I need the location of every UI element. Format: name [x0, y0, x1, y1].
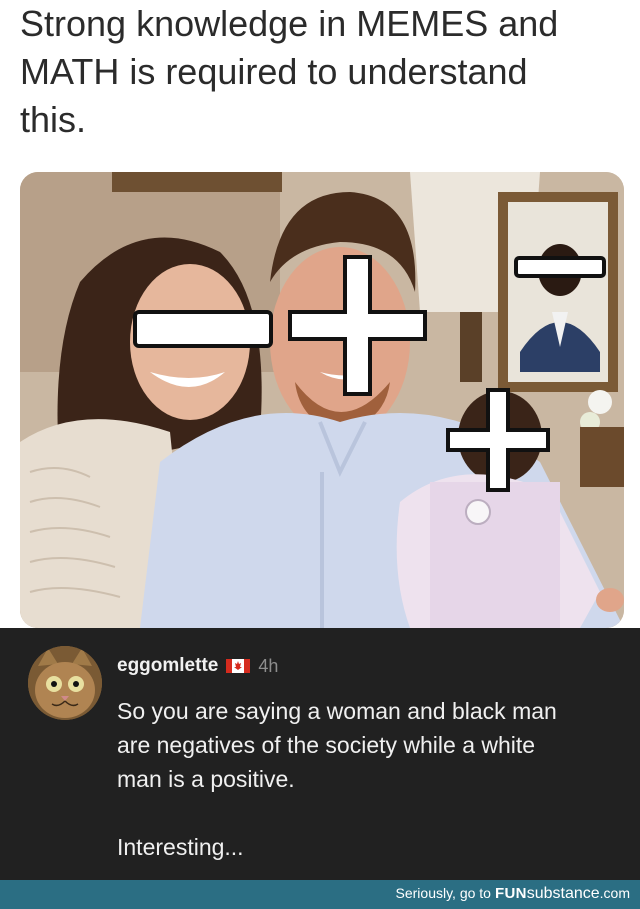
meme-caption: Strong knowledge in MEMES and MATH is re…	[20, 0, 620, 144]
comment-text: So you are saying a woman and black man …	[117, 694, 617, 864]
username[interactable]: eggomlette	[117, 655, 218, 677]
caption-line-1: Strong knowledge in MEMES and	[20, 3, 559, 44]
comment-timestamp: 4h	[258, 655, 279, 676]
caption-line-2: MATH is required to understand	[20, 51, 528, 92]
minus-sign-black-man	[514, 256, 606, 278]
caption-line-3: this.	[20, 99, 87, 140]
avatar[interactable]	[28, 646, 102, 720]
watermark-prefix: Seriously, go to	[395, 885, 491, 901]
comment-line-4: Interesting...	[117, 834, 244, 860]
comment-line-3: man is a positive.	[117, 766, 295, 792]
minus-sign-woman	[133, 310, 273, 348]
family-photo	[20, 172, 624, 628]
brand-sub: substance	[526, 885, 600, 902]
canada-flag-icon	[226, 659, 251, 673]
watermark-footer: Seriously, go to FUNsubstance.com	[0, 880, 640, 909]
watermark-text[interactable]: Seriously, go to FUNsubstance.com	[396, 885, 630, 903]
brand-fun: FUN	[494, 885, 527, 902]
family-photo-illustration	[20, 172, 624, 628]
comment-header: eggomlette 4h	[117, 654, 278, 678]
brand-tld: .com	[599, 885, 630, 901]
comment-panel: eggomlette 4h So you are saying a woman …	[0, 628, 640, 880]
cat-avatar-icon	[28, 646, 102, 720]
comment-line-1: So you are saying a woman and black man	[117, 698, 557, 724]
comment-line-2: are negatives of the society while a whi…	[117, 732, 536, 758]
